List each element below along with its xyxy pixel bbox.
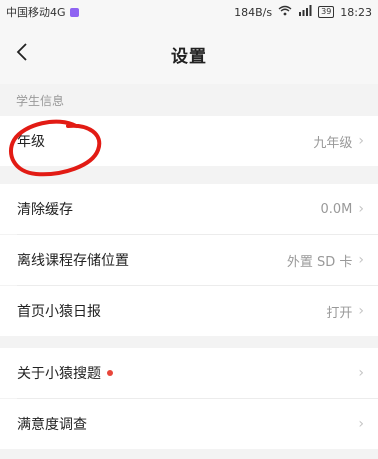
clear-cache-row[interactable]: 清除缓存 0.0M › [0, 184, 378, 234]
cache-size-value: 0.0M [320, 201, 353, 217]
daily-report-label: 首页小猿日报 [17, 304, 101, 320]
chevron-right-icon: › [358, 365, 364, 381]
daily-report-value: 打开 [326, 305, 353, 321]
status-left: 中国移动4G [6, 4, 79, 20]
chevron-right-icon: › [358, 201, 364, 217]
grade-row[interactable]: 年级 九年级 › [0, 116, 378, 166]
clear-cache-label: 清除缓存 [17, 202, 73, 218]
grade-label: 年级 [17, 134, 45, 150]
signal-icon [298, 5, 312, 19]
about-label: 关于小猿搜题 [17, 366, 101, 382]
clock: 18:23 [340, 5, 372, 19]
chevron-right-icon: › [358, 252, 364, 268]
daily-report-row[interactable]: 首页小猿日报 打开 › [0, 286, 378, 336]
grade-value: 九年级 [313, 135, 353, 151]
section-header-student-info: 学生信息 [16, 93, 65, 108]
back-button[interactable] [10, 40, 34, 64]
about-right: › [358, 365, 364, 381]
chevron-right-icon: › [358, 416, 364, 432]
page-title: 设置 [171, 46, 207, 67]
navigation-bar: 设置 [0, 24, 378, 84]
chevron-right-icon: › [358, 133, 364, 149]
wifi-icon [278, 5, 292, 19]
carrier-label: 中国移动4G [6, 6, 66, 19]
grade-right: 九年级 › [313, 132, 364, 151]
storage-location-value: 外置 SD 卡 [286, 254, 353, 270]
chevron-left-icon [16, 43, 27, 61]
offline-storage-row[interactable]: 离线课程存储位置 外置 SD 卡 › [0, 235, 378, 285]
clear-cache-right: 0.0M › [321, 201, 365, 217]
offline-storage-right: 外置 SD 卡 › [287, 251, 364, 270]
new-badge-dot [107, 370, 113, 376]
status-right: 184B/s 39 18:23 [234, 5, 372, 19]
survey-row[interactable]: 满意度调查 › [0, 399, 378, 449]
about-row[interactable]: 关于小猿搜题 › [0, 348, 378, 398]
offline-storage-label: 离线课程存储位置 [17, 253, 129, 269]
app-notification-icon [69, 7, 79, 17]
battery-icon: 39 [318, 6, 335, 18]
survey-right: › [358, 416, 364, 432]
about-label-wrap: 关于小猿搜题 [17, 363, 113, 383]
daily-report-right: 打开 › [326, 302, 364, 321]
status-bar: 中国移动4G 184B/s 39 18:23 [0, 0, 378, 24]
chevron-right-icon: › [358, 303, 364, 319]
network-speed: 184B/s [234, 5, 273, 19]
survey-label: 满意度调查 [17, 417, 87, 433]
